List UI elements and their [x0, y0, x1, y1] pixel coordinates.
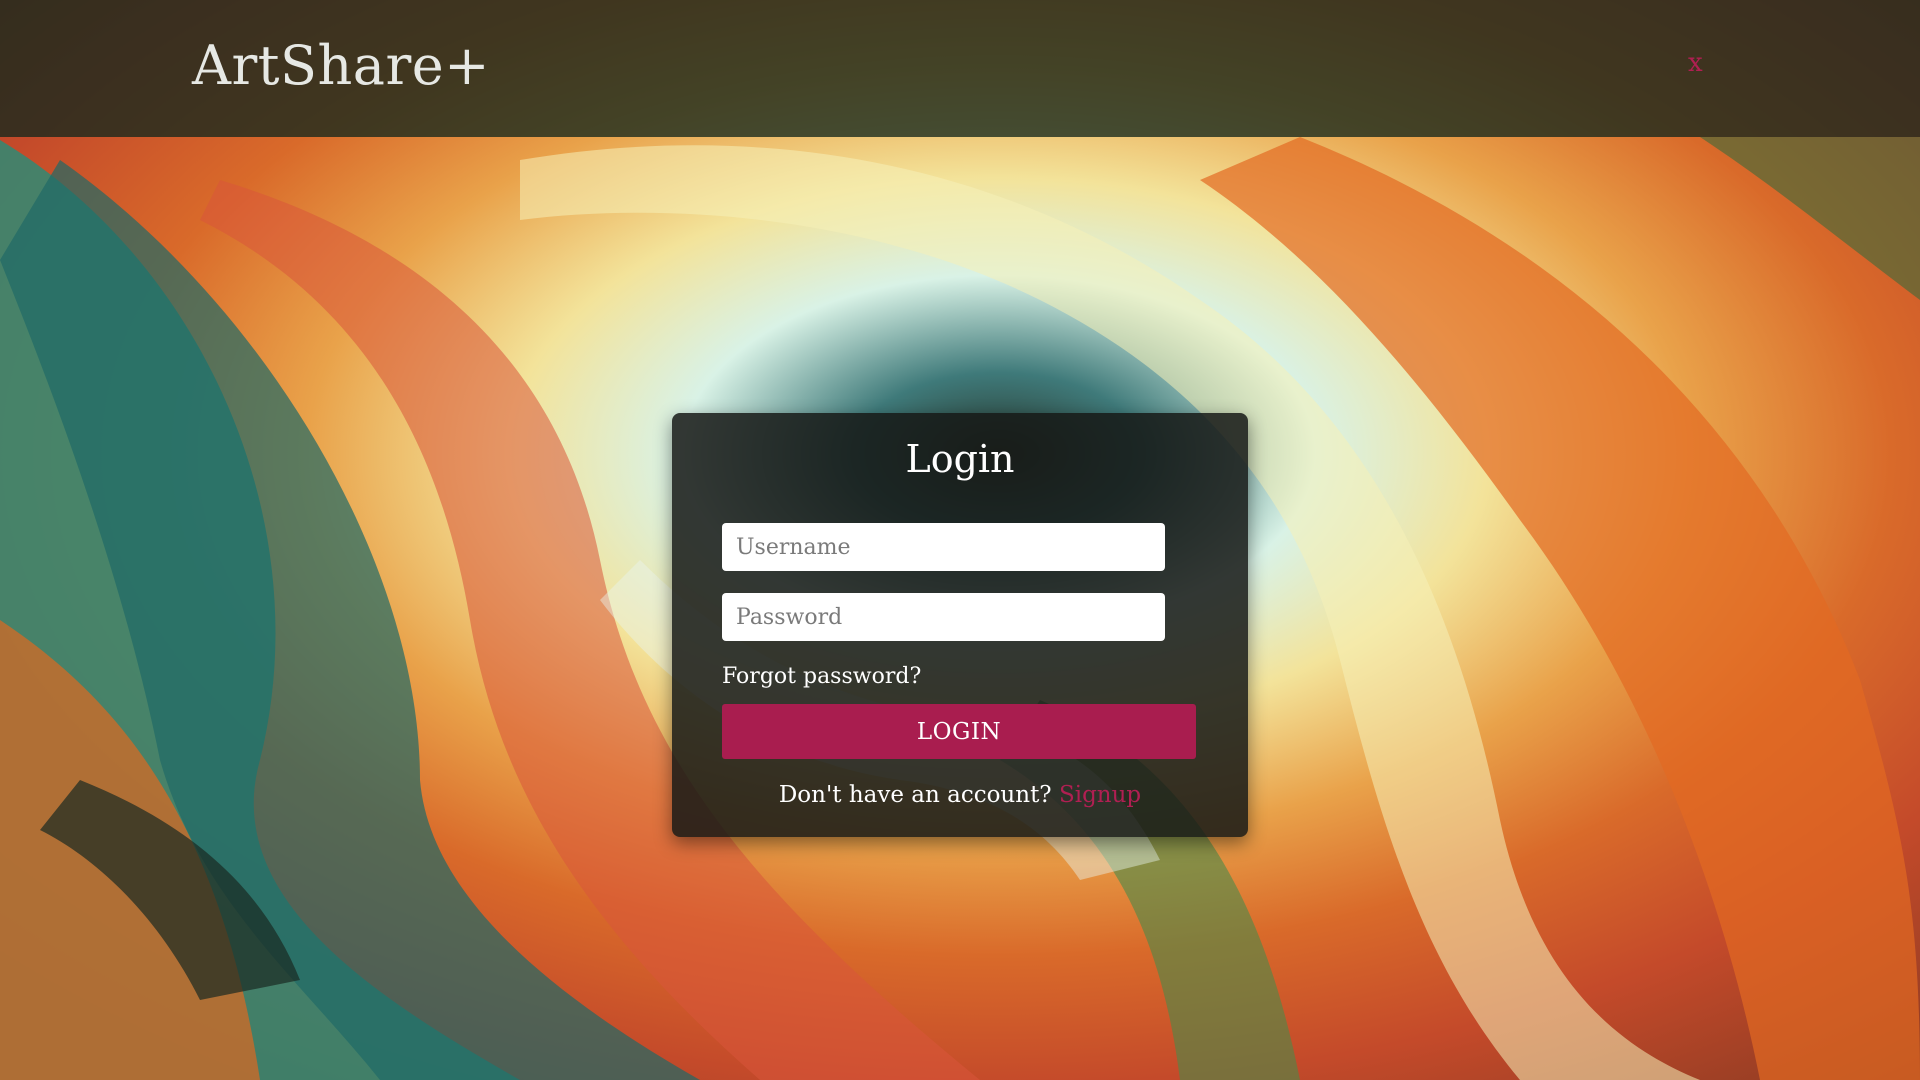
forgot-password-link[interactable]: Forgot password?	[722, 663, 921, 692]
top-header-bar: ArtShare+ x	[0, 0, 1920, 137]
password-input[interactable]	[722, 593, 1165, 641]
brand-logo-text[interactable]: ArtShare+	[192, 34, 490, 99]
close-icon[interactable]: x	[1688, 50, 1703, 76]
signup-link[interactable]: Signup	[1059, 782, 1141, 808]
login-title: Login	[905, 437, 1015, 481]
signup-prompt: Don't have an account? Signup	[672, 781, 1248, 811]
username-input[interactable]	[722, 523, 1165, 571]
no-account-text: Don't have an account?	[778, 782, 1052, 808]
login-button[interactable]: LOGIN	[722, 704, 1196, 759]
login-card: Login Forgot password? LOGIN Don't have …	[672, 413, 1248, 837]
